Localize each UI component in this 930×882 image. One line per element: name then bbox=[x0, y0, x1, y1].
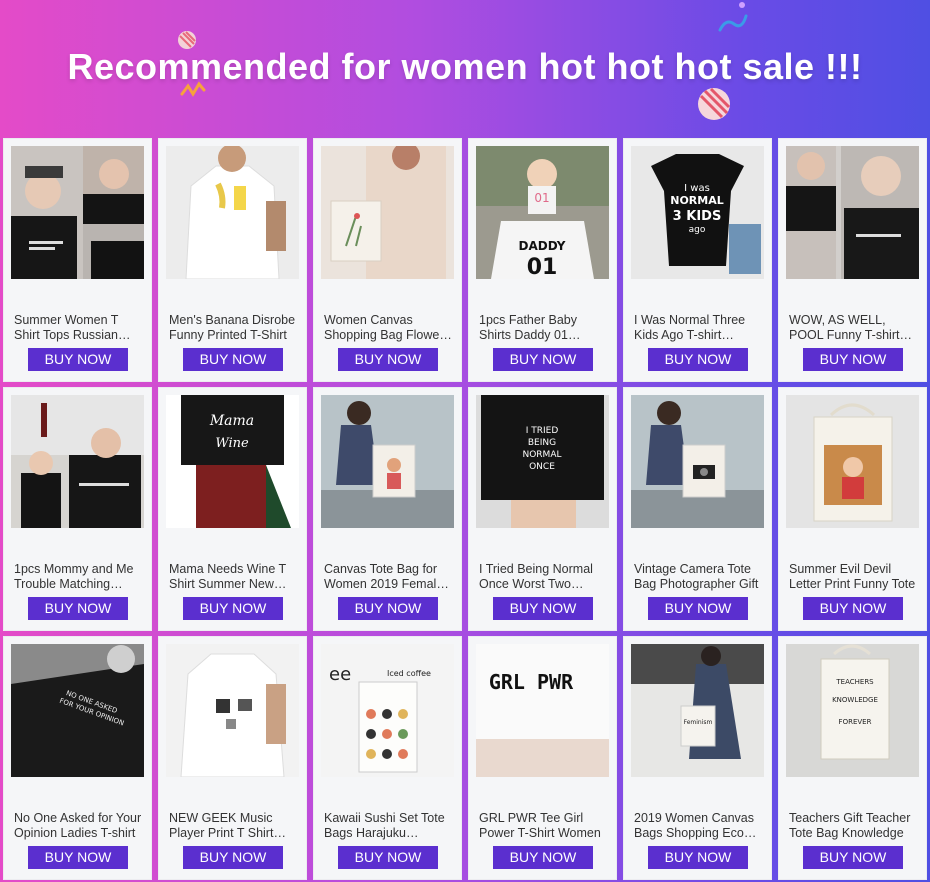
product-image[interactable] bbox=[786, 395, 919, 528]
product-image[interactable]: 01 DADDY 01 bbox=[476, 146, 609, 279]
buy-now-button[interactable]: BUY NOW bbox=[183, 846, 283, 869]
product-image[interactable]: I TRIED BEING NORMAL ONCE bbox=[476, 395, 609, 528]
svg-text:NORMAL: NORMAL bbox=[522, 450, 561, 460]
svg-text:ee: ee bbox=[329, 664, 351, 685]
banner-title: Recommended for women hot hot hot sale !… bbox=[67, 46, 863, 87]
product-image[interactable]: NO ONE ASKED FOR YOUR OPINION bbox=[11, 644, 144, 777]
buy-now-button[interactable]: BUY NOW bbox=[338, 846, 438, 869]
product-card[interactable]: Women Canvas Shopping Bag Flowers Print B… bbox=[313, 138, 462, 382]
svg-text:I was: I was bbox=[684, 183, 710, 194]
svg-text:FOREVER: FOREVER bbox=[839, 718, 872, 726]
product-card[interactable]: WOW, AS WELL, POOL Funny T-shirt Women BU… bbox=[778, 138, 927, 382]
product-image[interactable]: TEACHERS KNOWLEDGE FOREVER bbox=[786, 644, 919, 777]
svg-text:NORMAL: NORMAL bbox=[670, 194, 724, 207]
buy-now-button[interactable]: BUY NOW bbox=[648, 348, 748, 371]
svg-text:ago: ago bbox=[689, 225, 706, 235]
product-card[interactable]: Canvas Tote Bag for Women 2019 Female Gi… bbox=[313, 387, 462, 631]
svg-text:GRL PWR: GRL PWR bbox=[489, 670, 574, 694]
product-name[interactable]: WOW, AS WELL, POOL Funny T-shirt Women bbox=[789, 313, 917, 343]
product-name[interactable]: 1pcs Mommy and Me Trouble Matching Shirt… bbox=[14, 562, 142, 592]
product-image[interactable] bbox=[11, 146, 144, 279]
product-card[interactable]: Feminism 2019 Women Canvas Bags Shopping … bbox=[623, 636, 772, 880]
svg-text:DADDY: DADDY bbox=[519, 239, 566, 253]
svg-text:ONCE: ONCE bbox=[529, 462, 555, 472]
buy-now-button[interactable]: BUY NOW bbox=[803, 348, 903, 371]
buy-now-button[interactable]: BUY NOW bbox=[803, 846, 903, 869]
product-card[interactable]: Men's Banana Disrobe Funny Printed T-Shi… bbox=[158, 138, 307, 382]
confetti-ball-icon bbox=[698, 87, 731, 120]
buy-now-button[interactable]: BUY NOW bbox=[28, 348, 128, 371]
svg-text:Feminism: Feminism bbox=[684, 719, 713, 726]
buy-now-button[interactable]: BUY NOW bbox=[183, 348, 283, 371]
product-image[interactable] bbox=[321, 146, 454, 279]
svg-text:TEACHERS: TEACHERS bbox=[835, 678, 874, 686]
svg-text:3 KIDS: 3 KIDS bbox=[673, 209, 722, 224]
buy-now-button[interactable]: BUY NOW bbox=[493, 846, 593, 869]
banner: Recommended for women hot hot hot sale !… bbox=[0, 0, 930, 135]
product-image[interactable] bbox=[786, 146, 919, 279]
product-name[interactable]: No One Asked for Your Opinion Ladies T-s… bbox=[14, 811, 142, 841]
product-card[interactable]: 01 DADDY 01 1pcs Father Baby Shirts Daddy 0… bbox=[468, 138, 617, 382]
product-card[interactable]: I was NORMAL 3 KIDS ago I Was Normal Three K… bbox=[623, 138, 772, 382]
product-name[interactable]: Mama Needs Wine T Shirt Summer New Women bbox=[169, 562, 297, 592]
buy-now-button[interactable]: BUY NOW bbox=[338, 597, 438, 620]
product-name[interactable]: Men's Banana Disrobe Funny Printed T-Shi… bbox=[169, 313, 297, 343]
product-card[interactable]: GRL PWR GRL PWR Tee Girl Power T-Shirt Wo… bbox=[468, 636, 617, 880]
product-image[interactable] bbox=[321, 395, 454, 528]
product-name[interactable]: NEW GEEK Music Player Print T Shirt Men bbox=[169, 811, 297, 841]
svg-text:BEING: BEING bbox=[528, 438, 556, 448]
product-card[interactable]: Summer Women T Shirt Tops Russian Inscri… bbox=[3, 138, 152, 382]
product-name[interactable]: Teachers Gift Teacher Tote Bag Knowledge bbox=[789, 811, 917, 841]
product-image[interactable] bbox=[631, 395, 764, 528]
product-image[interactable]: Feminism bbox=[631, 644, 764, 777]
product-name[interactable]: Summer Women T Shirt Tops Russian Inscri… bbox=[14, 313, 142, 343]
buy-now-button[interactable]: BUY NOW bbox=[28, 597, 128, 620]
product-card[interactable]: 1pcs Mommy and Me Trouble Matching Shirt… bbox=[3, 387, 152, 631]
product-grid: Summer Women T Shirt Tops Russian Inscri… bbox=[3, 138, 927, 880]
product-image[interactable] bbox=[11, 395, 144, 528]
product-name[interactable]: Kawaii Sushi Set Tote Bags Harajuku Wome… bbox=[324, 811, 452, 841]
svg-text:Iced coffee: Iced coffee bbox=[387, 669, 431, 678]
product-card[interactable]: TEACHERS KNOWLEDGE FOREVER Teachers Gift Te… bbox=[778, 636, 927, 880]
product-image[interactable] bbox=[166, 644, 299, 777]
buy-now-button[interactable]: BUY NOW bbox=[648, 597, 748, 620]
product-image[interactable]: ee Iced coffee bbox=[321, 644, 454, 777]
product-card[interactable]: ee Iced coffee Kawaii Sushi Set Tote Bags … bbox=[313, 636, 462, 880]
product-card[interactable]: Mama Wine Mama Needs Wine T Shirt Summer N… bbox=[158, 387, 307, 631]
product-card[interactable]: Summer Evil Devil Letter Print Funny Tot… bbox=[778, 387, 927, 631]
buy-now-button[interactable]: BUY NOW bbox=[648, 846, 748, 869]
product-name[interactable]: Women Canvas Shopping Bag Flowers Print bbox=[324, 313, 452, 343]
product-card[interactable]: Vintage Camera Tote Bag Photographer Gif… bbox=[623, 387, 772, 631]
product-card[interactable]: NEW GEEK Music Player Print T Shirt Men B… bbox=[158, 636, 307, 880]
svg-text:KNOWLEDGE: KNOWLEDGE bbox=[832, 696, 878, 704]
product-card[interactable]: I TRIED BEING NORMAL ONCE I Tried Being Norm… bbox=[468, 387, 617, 631]
product-card[interactable]: NO ONE ASKED FOR YOUR OPINION No One Asked… bbox=[3, 636, 152, 880]
buy-now-button[interactable]: BUY NOW bbox=[493, 597, 593, 620]
product-name[interactable]: 1pcs Father Baby Shirts Daddy 01 Matchin… bbox=[479, 313, 607, 343]
buy-now-button[interactable]: BUY NOW bbox=[493, 348, 593, 371]
product-image[interactable]: GRL PWR bbox=[476, 644, 609, 777]
product-name[interactable]: Vintage Camera Tote Bag Photographer Gif… bbox=[634, 562, 762, 592]
product-image[interactable] bbox=[166, 146, 299, 279]
product-image[interactable]: Mama Wine bbox=[166, 395, 299, 528]
svg-text:I TRIED: I TRIED bbox=[526, 426, 559, 436]
buy-now-button[interactable]: BUY NOW bbox=[28, 846, 128, 869]
svg-text:Mama: Mama bbox=[209, 413, 254, 429]
svg-text:01: 01 bbox=[534, 191, 549, 205]
svg-text:Wine: Wine bbox=[215, 436, 249, 451]
buy-now-button[interactable]: BUY NOW bbox=[183, 597, 283, 620]
product-name[interactable]: I Tried Being Normal Once Worst Two Minu… bbox=[479, 562, 607, 592]
svg-text:01: 01 bbox=[527, 255, 558, 279]
buy-now-button[interactable]: BUY NOW bbox=[338, 348, 438, 371]
product-name[interactable]: I Was Normal Three Kids Ago T-shirt Casu… bbox=[634, 313, 762, 343]
product-name[interactable]: Summer Evil Devil Letter Print Funny Tot… bbox=[789, 562, 917, 592]
confetti-streamer-icon bbox=[718, 2, 748, 32]
product-name[interactable]: 2019 Women Canvas Bags Shopping Eco Bag bbox=[634, 811, 762, 841]
product-name[interactable]: Canvas Tote Bag for Women 2019 Female Gi… bbox=[324, 562, 452, 592]
buy-now-button[interactable]: BUY NOW bbox=[803, 597, 903, 620]
product-image[interactable]: I was NORMAL 3 KIDS ago bbox=[631, 146, 764, 279]
product-name[interactable]: GRL PWR Tee Girl Power T-Shirt Women bbox=[479, 811, 607, 841]
